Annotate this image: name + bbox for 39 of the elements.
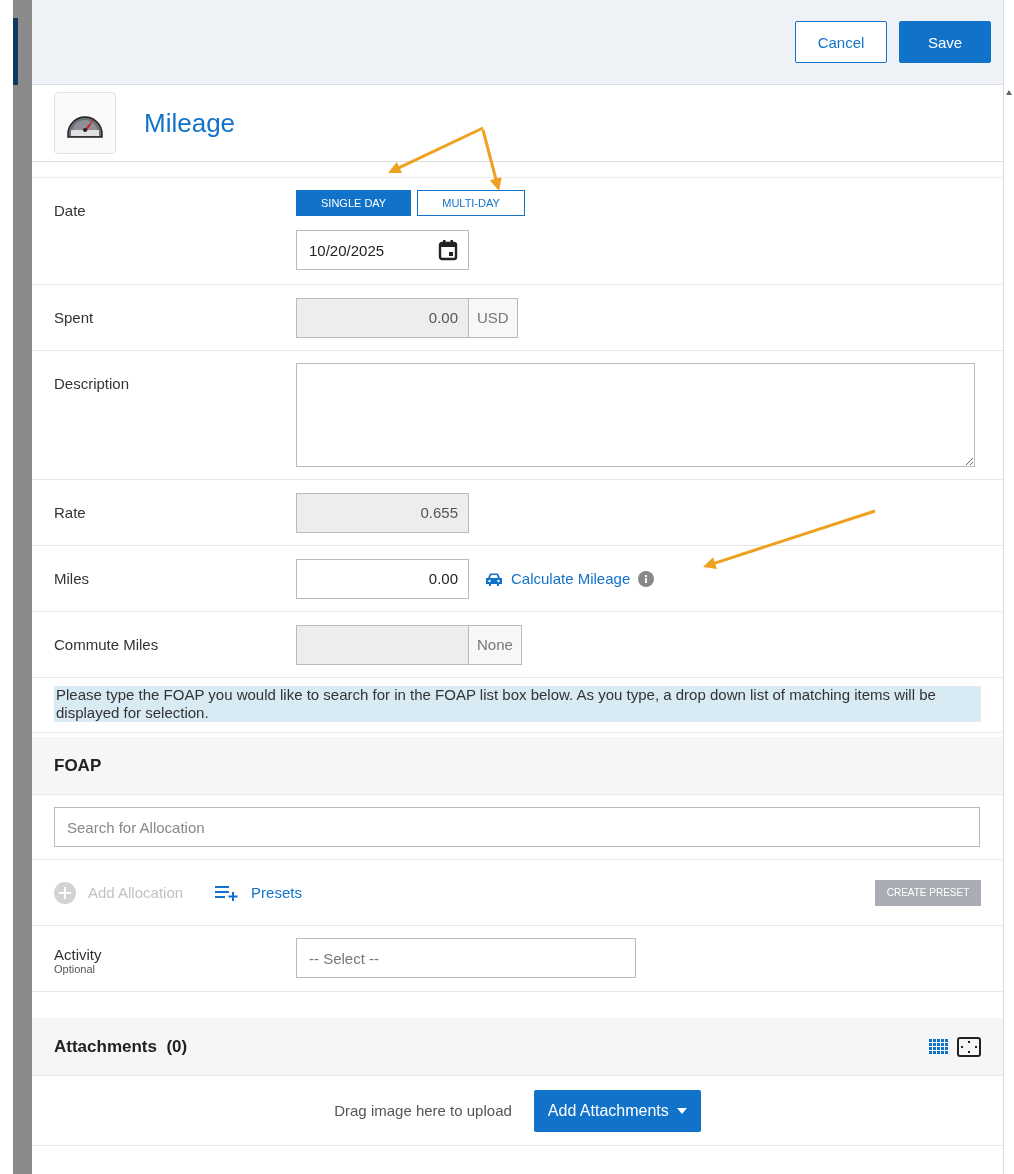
rail-marker [13,18,18,85]
field-label: Commute Miles [54,636,160,653]
field-label: Date [54,202,87,219]
presets-button[interactable]: Presets [215,884,302,901]
field-label: Activity [54,946,103,963]
cancel-button[interactable]: Cancel [795,21,887,63]
search-field[interactable]: Search for Allocation [54,807,980,847]
toggle-button[interactable]: SINGLE DAY [296,190,412,216]
optional-hint: Optional [54,963,96,975]
description-field[interactable] [296,363,975,467]
drop-hint: Drag image here to upload [334,1102,512,1119]
unit-label: USD [469,297,518,338]
section-title: FOAP [54,755,102,776]
car-icon [485,571,503,586]
caret-icon [676,1107,687,1114]
input-field: 0.655 [296,492,469,533]
expand-frame-icon[interactable] [957,1036,981,1057]
unit-label: None [469,624,522,665]
calendar-icon [438,239,458,261]
add-attachments-button[interactable]: Add Attachments [533,1089,701,1132]
scroll-arrow-icon [1006,90,1012,95]
info-note: Please type the FOAP you would like to search for in the FOAP list box below. As you type, a drop down list of matching items will be displayed for selection. [54,686,981,722]
field-label: Description [54,375,131,392]
toggle-button[interactable]: MULTI-DAY [417,190,525,216]
field-label: Spent [54,309,95,326]
page-title: Mileage [144,107,236,139]
grid-view-icon[interactable] [929,1038,949,1055]
save-button[interactable]: Save [899,21,991,63]
plus-circle-icon [54,881,76,904]
input-field[interactable]: 0.00 [296,558,469,599]
field-label: Rate [54,504,87,521]
activity-select[interactable]: -- Select -- [296,938,636,978]
info-icon [638,570,655,587]
date-field[interactable]: 10/20/2025 [296,230,469,270]
list-plus-icon [215,884,240,901]
field-label: Miles [54,570,90,587]
calculate-link[interactable]: Calculate Mileage [485,570,631,587]
input-field: 0.00 [296,297,469,338]
section-title: Attachments (0) [54,1036,188,1057]
